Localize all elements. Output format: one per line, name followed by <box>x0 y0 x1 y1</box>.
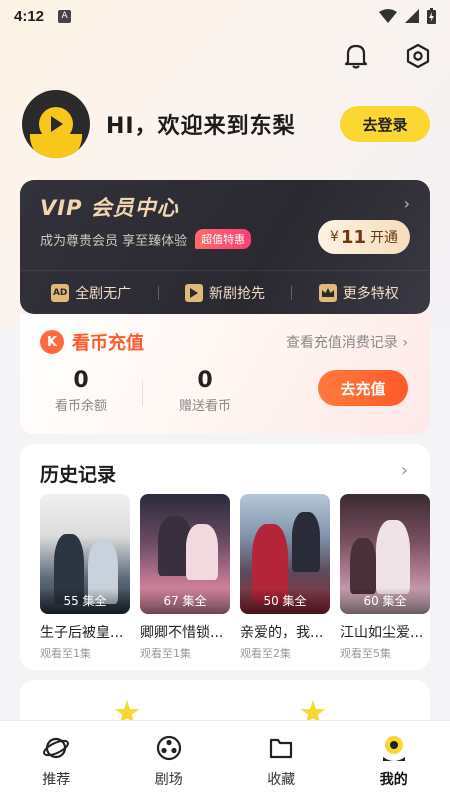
poster-figure <box>186 524 218 580</box>
history-item[interactable]: 50 集全 亲爱的，我... 观看至2集 <box>240 494 330 661</box>
coin-balance-label: 看币余额 <box>54 399 107 414</box>
notification-badge-icon: A <box>58 9 72 23</box>
perk-ad-free[interactable]: AD 全剧无广 <box>51 283 131 303</box>
avatar[interactable] <box>22 90 90 158</box>
film-reel-icon <box>154 733 184 763</box>
vip-price: 11 <box>340 226 366 248</box>
record-link-label: 查看充值消费记录 <box>285 335 398 351</box>
tab-mine[interactable]: 我的 <box>354 733 434 789</box>
wifi-icon <box>379 9 397 23</box>
coin-recharge-card: K 看币充值 查看充值消费记录 › 0 看币余额 0 赠送看币 去充值 <box>20 314 430 434</box>
bell-icon[interactable] <box>342 42 370 70</box>
divider <box>142 380 143 406</box>
folder-icon <box>266 733 296 763</box>
tab-theater[interactable]: 剧场 <box>129 733 209 789</box>
history-item[interactable]: 55 集全 生子后被皇... 观看至1集 <box>40 494 130 661</box>
watch-progress: 观看至5集 <box>340 647 391 660</box>
watch-progress: 观看至1集 <box>40 647 91 660</box>
crown-icon <box>318 283 337 302</box>
perk-label: 新剧抢先 <box>208 285 265 302</box>
vip-open-label: 开通 <box>369 230 398 246</box>
ad-free-icon: AD <box>51 283 70 302</box>
recharge-record-link[interactable]: 查看充值消费记录 › <box>286 332 408 352</box>
status-time: 4:12 <box>14 7 45 25</box>
perk-label: 更多特权 <box>342 285 399 302</box>
coin-balance: 0 看币余额 <box>41 368 121 414</box>
episode-count: 60 集全 <box>340 588 430 614</box>
chevron-right-icon: › <box>402 335 408 351</box>
episode-count: 55 集全 <box>40 588 130 614</box>
drama-title: 生子后被皇... <box>40 625 124 641</box>
history-title: 历史记录 <box>40 464 117 486</box>
vip-card[interactable]: VIP 会员中心 › 成为尊贵会员 享至臻体验 超值特惠 ¥ 11 开通 AD … <box>20 180 430 314</box>
signal-icon <box>405 9 419 23</box>
play-icon <box>51 116 63 132</box>
poster-figure <box>376 520 410 594</box>
gift-coins-label: 赠送看币 <box>178 399 231 414</box>
perk-more[interactable]: 更多特权 <box>318 283 399 303</box>
tab-label: 收藏 <box>267 771 296 788</box>
drama-poster: 60 集全 <box>340 494 430 614</box>
tab-favorites[interactable]: 收藏 <box>241 733 321 789</box>
history-list: 55 集全 生子后被皇... 观看至1集 67 集全 卿卿不惜锁... 观看至1… <box>40 494 430 661</box>
drama-title: 江山如尘爱... <box>340 625 424 641</box>
episode-count: 50 集全 <box>240 588 330 614</box>
vip-subtitle: 成为尊贵会员 享至臻体验 <box>40 233 188 249</box>
tab-label: 我的 <box>379 771 408 788</box>
drama-title: 卿卿不惜锁... <box>140 625 224 641</box>
tab-label: 剧场 <box>154 771 183 788</box>
chevron-right-icon[interactable]: › <box>401 460 408 481</box>
poster-figure <box>350 538 376 594</box>
greeting-text: HI，欢迎来到东梨 <box>106 114 296 139</box>
vip-open-button[interactable]: ¥ 11 开通 <box>318 220 410 254</box>
history-section: 历史记录 › 55 集全 生子后被皇... 观看至1集 67 集全 卿卿不惜锁.… <box>20 444 430 670</box>
currency-symbol: ¥ <box>330 229 339 245</box>
poster-figure <box>292 512 320 572</box>
bottom-tab-bar: 推荐 剧场 收藏 我的 <box>0 720 450 800</box>
watch-progress: 观看至1集 <box>140 647 191 660</box>
vip-title: VIP 会员中心 <box>40 196 179 220</box>
tab-label: 推荐 <box>42 771 71 788</box>
profile-section: HI，欢迎来到东梨 去登录 <box>22 88 430 160</box>
coin-k-icon: K <box>40 330 64 354</box>
coin-title: 看币充值 <box>72 333 144 354</box>
header-actions <box>342 42 432 70</box>
battery-icon <box>427 8 436 24</box>
coin-balance-value: 0 <box>73 368 89 393</box>
vip-subtitle-row: 成为尊贵会员 享至臻体验 超值特惠 <box>40 229 252 249</box>
login-button[interactable]: 去登录 <box>340 106 430 142</box>
profile-icon <box>379 733 409 763</box>
drama-poster: 50 集全 <box>240 494 330 614</box>
planet-icon <box>41 733 71 763</box>
perk-label: 全剧无广 <box>75 285 132 302</box>
drama-poster: 55 集全 <box>40 494 130 614</box>
divider <box>291 285 293 300</box>
recharge-button[interactable]: 去充值 <box>318 370 408 406</box>
perk-early-access[interactable]: 新剧抢先 <box>184 283 265 303</box>
tab-recommend[interactable]: 推荐 <box>16 733 96 789</box>
vip-promo-tag: 超值特惠 <box>195 229 252 249</box>
drama-poster: 67 集全 <box>140 494 230 614</box>
settings-hexagon-icon[interactable] <box>404 42 432 70</box>
history-item[interactable]: 60 集全 江山如尘爱... 观看至5集 <box>340 494 430 661</box>
chevron-right-icon[interactable]: › <box>404 194 410 213</box>
early-access-icon <box>184 283 203 302</box>
episode-count: 67 集全 <box>140 588 230 614</box>
status-bar: 4:12 A <box>0 0 450 32</box>
watch-progress: 观看至2集 <box>240 647 291 660</box>
history-item[interactable]: 67 集全 卿卿不惜锁... 观看至1集 <box>140 494 230 661</box>
drama-title: 亲爱的，我... <box>240 625 324 641</box>
divider <box>157 285 159 300</box>
gift-coins-value: 0 <box>197 368 213 393</box>
gift-coins: 0 赠送看币 <box>165 368 245 414</box>
vip-perks: AD 全剧无广 新剧抢先 更多特权 <box>20 270 430 314</box>
